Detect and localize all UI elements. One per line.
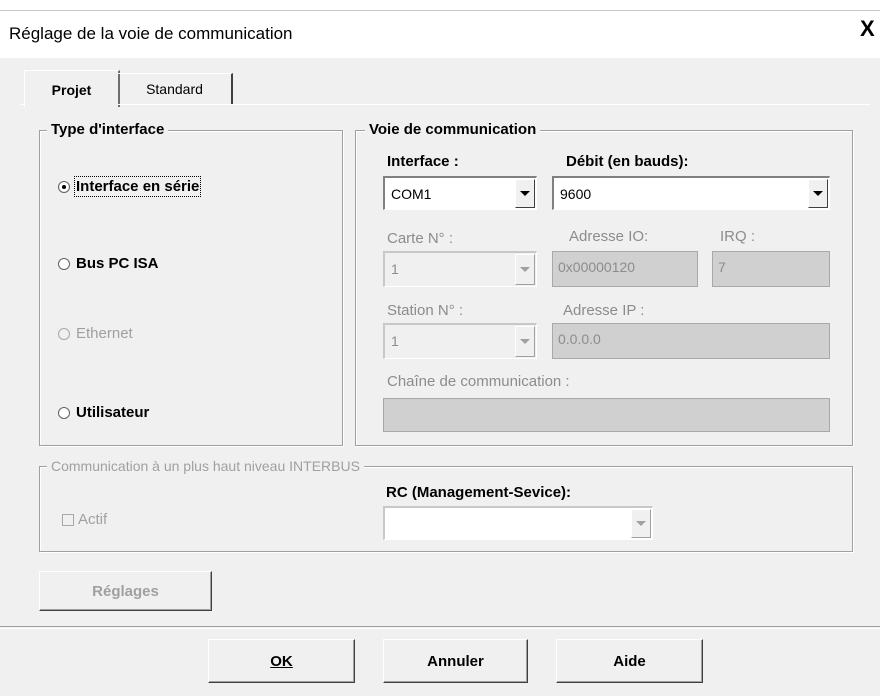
card-select-dropdown-button[interactable] — [515, 254, 535, 285]
tab-strip-line — [20, 104, 24, 105]
ok-button-label: OK — [270, 652, 293, 670]
radio-icon — [58, 406, 70, 419]
comm-channel-legend: Voie de communication — [365, 121, 541, 139]
radio-icon — [58, 327, 70, 340]
actif-label: Actif — [78, 511, 108, 528]
tab-projet-label: Projet — [51, 82, 92, 98]
tab-strip-line — [118, 104, 870, 105]
title-bar-border — [0, 10, 880, 11]
chevron-down-icon — [520, 191, 530, 196]
station-select-value: 1 — [391, 333, 399, 349]
help-button-label: Aide — [613, 652, 646, 670]
actif-checkbox[interactable]: Actif — [62, 511, 107, 528]
chevron-down-icon — [813, 191, 823, 196]
title-bar: Réglage de la voie de communication X — [0, 0, 880, 58]
interface-label: Interface : — [387, 153, 459, 170]
chevron-down-icon — [636, 521, 646, 526]
radio-ethernet-label: Ethernet — [76, 325, 133, 342]
radio-icon — [58, 257, 70, 270]
footer-separator — [0, 626, 880, 629]
radio-ethernet[interactable]: Ethernet — [58, 325, 133, 342]
cancel-button[interactable]: Annuler — [383, 639, 528, 683]
ip-address-label: Adresse IP : — [563, 302, 645, 319]
station-label: Station N° : — [387, 302, 464, 319]
window-title: Réglage de la voie de communication — [9, 24, 293, 43]
baud-rate-label: Débit (en bauds): — [566, 153, 689, 170]
rc-label: RC (Management-Sevice): — [386, 484, 572, 501]
interface-select[interactable]: COM1 — [383, 176, 537, 210]
tab-projet[interactable]: Projet — [24, 70, 120, 107]
card-label: Carte N° : — [387, 230, 454, 247]
station-select-dropdown-button[interactable] — [515, 326, 535, 357]
interface-select-dropdown-button[interactable] — [515, 179, 535, 208]
card-select[interactable]: 1 — [383, 251, 537, 287]
ip-address-field[interactable]: 0.0.0.0 — [552, 323, 830, 359]
interbus-legend: Communication à un plus haut niveau INTE… — [47, 457, 364, 475]
radio-bus-pc-isa[interactable]: Bus PC ISA — [58, 255, 159, 272]
tab-standard-label: Standard — [146, 81, 203, 97]
radio-interface-serie[interactable]: Interface en série — [58, 176, 202, 197]
settings-button-label: Réglages — [92, 582, 159, 600]
checkbox-icon — [62, 513, 74, 526]
ok-button[interactable]: OK — [208, 639, 355, 683]
settings-button[interactable]: Réglages — [39, 571, 212, 611]
irq-label: IRQ : — [720, 228, 756, 245]
tab-standard[interactable]: Standard — [118, 73, 233, 104]
close-icon[interactable]: X — [860, 18, 875, 40]
comm-string-field[interactable] — [383, 398, 830, 432]
io-address-value: 0x00000120 — [558, 259, 636, 275]
rc-select[interactable] — [383, 506, 653, 540]
help-button[interactable]: Aide — [556, 639, 703, 683]
io-address-label: Adresse IO: — [569, 228, 649, 245]
ip-address-value: 0.0.0.0 — [558, 331, 601, 347]
chevron-down-icon — [520, 339, 530, 344]
irq-field[interactable]: 7 — [712, 251, 830, 287]
chevron-down-icon — [520, 267, 530, 272]
io-address-field[interactable]: 0x00000120 — [552, 251, 698, 287]
irq-value: 7 — [718, 259, 726, 275]
baud-rate-select-dropdown-button[interactable] — [808, 179, 828, 208]
card-select-value: 1 — [391, 261, 399, 277]
rc-select-dropdown-button[interactable] — [631, 509, 651, 538]
cancel-button-label: Annuler — [427, 652, 484, 670]
interface-select-value: COM1 — [391, 186, 432, 202]
interface-type-legend: Type d'interface — [47, 121, 169, 139]
baud-rate-select-value: 9600 — [560, 186, 592, 202]
radio-selected-icon — [58, 180, 70, 193]
radio-utilisateur[interactable]: Utilisateur — [58, 404, 149, 421]
radio-bus-pc-isa-label: Bus PC ISA — [76, 255, 159, 272]
station-select[interactable]: 1 — [383, 323, 537, 359]
baud-rate-select[interactable]: 9600 — [552, 176, 830, 210]
radio-utilisateur-label: Utilisateur — [76, 404, 150, 421]
comm-string-label: Chaîne de communication : — [387, 373, 570, 390]
radio-interface-serie-label: Interface en série — [73, 176, 202, 197]
